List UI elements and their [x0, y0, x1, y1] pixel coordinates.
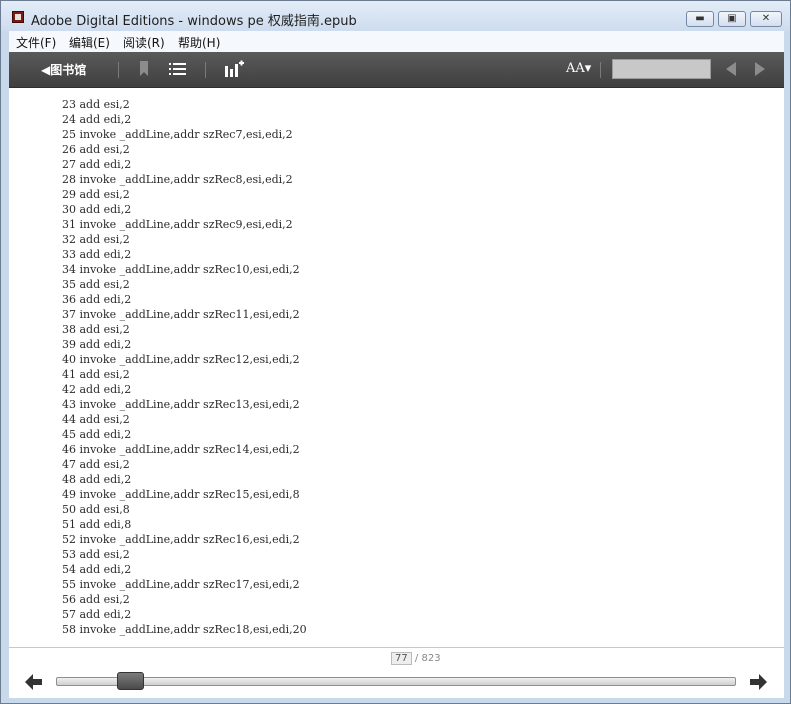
code-line: 39 add edi,2 [62, 338, 132, 351]
code-line: 54 add edi,2 [62, 563, 132, 576]
next-arrow-icon[interactable] [755, 62, 765, 76]
page-slider[interactable] [56, 677, 736, 686]
back-arrow-icon[interactable] [25, 674, 43, 690]
code-line: 55 invoke _addLine,addr szRec17,esi,edi,… [62, 578, 300, 591]
forward-arrow-icon[interactable] [749, 674, 767, 690]
code-line: 57 add edi,2 [62, 608, 132, 621]
code-line: 52 invoke _addLine,addr szRec16,esi,edi,… [62, 533, 300, 546]
page-slider-thumb[interactable] [117, 672, 145, 690]
close-button[interactable]: ✕ [750, 11, 782, 27]
code-line: 33 add edi,2 [62, 248, 132, 261]
code-line: 28 invoke _addLine,addr szRec8,esi,edi,2 [62, 173, 293, 186]
menu-file[interactable]: 文件(F) [16, 34, 56, 51]
search-input[interactable] [612, 59, 711, 79]
app-icon [12, 11, 24, 23]
total-pages: / 823 [414, 653, 441, 664]
reader-footer: 77 / 823 [9, 647, 784, 698]
menu-bar: 文件(F) 编辑(E) 阅读(R) 帮助(H) [9, 31, 784, 53]
code-line: 50 add esi,8 [62, 503, 130, 516]
font-size-button[interactable]: AA▾ [566, 61, 591, 76]
title-bar[interactable]: Adobe Digital Editions - windows pe 权威指南… [1, 1, 790, 31]
menu-help[interactable]: 帮助(H) [178, 34, 220, 51]
code-line: 38 add esi,2 [62, 323, 130, 336]
code-line: 27 add edi,2 [62, 158, 132, 171]
code-line: 32 add esi,2 [62, 233, 130, 246]
bookmark-icon[interactable] [135, 60, 155, 78]
code-line: 58 invoke _addLine,addr szRec18,esi,edi,… [62, 623, 307, 636]
code-line: 23 add esi,2 [62, 98, 130, 111]
code-line: 51 add edi,8 [62, 518, 132, 531]
menu-edit[interactable]: 编辑(E) [69, 34, 110, 51]
code-line: 44 add esi,2 [62, 413, 130, 426]
reader-toolbar: ◀图书馆 AA▾ [9, 52, 784, 88]
menu-read[interactable]: 阅读(R) [123, 34, 165, 51]
code-line: 30 add edi,2 [62, 203, 132, 216]
add-chart-icon[interactable] [224, 60, 244, 78]
app-window: Adobe Digital Editions - windows pe 权威指南… [0, 0, 791, 704]
toolbar-divider [118, 62, 119, 78]
code-line: 43 invoke _addLine,addr szRec13,esi,edi,… [62, 398, 300, 411]
library-button[interactable]: ◀图书馆 [41, 61, 86, 78]
toolbar-divider [600, 62, 601, 78]
code-line: 36 add edi,2 [62, 293, 132, 306]
code-line: 25 invoke _addLine,addr szRec7,esi,edi,2 [62, 128, 293, 141]
code-line: 34 invoke _addLine,addr szRec10,esi,edi,… [62, 263, 300, 276]
code-line: 46 invoke _addLine,addr szRec14,esi,edi,… [62, 443, 300, 456]
code-line: 56 add esi,2 [62, 593, 130, 606]
list-icon[interactable] [168, 60, 188, 78]
code-line: 47 add esi,2 [62, 458, 130, 471]
code-line: 48 add edi,2 [62, 473, 132, 486]
maximize-button[interactable]: ▣ [718, 11, 746, 27]
page-counter: 77 / 823 [391, 652, 441, 665]
code-line: 49 invoke _addLine,addr szRec15,esi,edi,… [62, 488, 300, 501]
code-line: 41 add esi,2 [62, 368, 130, 381]
code-line: 35 add esi,2 [62, 278, 130, 291]
current-page-field[interactable]: 77 [391, 652, 412, 665]
code-line: 29 add esi,2 [62, 188, 130, 201]
prev-arrow-icon[interactable] [726, 62, 736, 76]
minimize-button[interactable]: ▬ [686, 11, 714, 27]
code-line: 40 invoke _addLine,addr szRec12,esi,edi,… [62, 353, 300, 366]
code-line: 37 invoke _addLine,addr szRec11,esi,edi,… [62, 308, 300, 321]
toolbar-divider [205, 62, 206, 78]
code-line: 24 add edi,2 [62, 113, 132, 126]
code-line: 31 invoke _addLine,addr szRec9,esi,edi,2 [62, 218, 293, 231]
code-line: 42 add edi,2 [62, 383, 132, 396]
window-title: Adobe Digital Editions - windows pe 权威指南… [31, 14, 357, 29]
book-content[interactable]: 23 add esi,2 24 add edi,2 25 invoke _addLi… [9, 88, 784, 647]
code-line: 26 add esi,2 [62, 143, 130, 156]
code-line: 53 add esi,2 [62, 548, 130, 561]
code-line: 45 add edi,2 [62, 428, 132, 441]
